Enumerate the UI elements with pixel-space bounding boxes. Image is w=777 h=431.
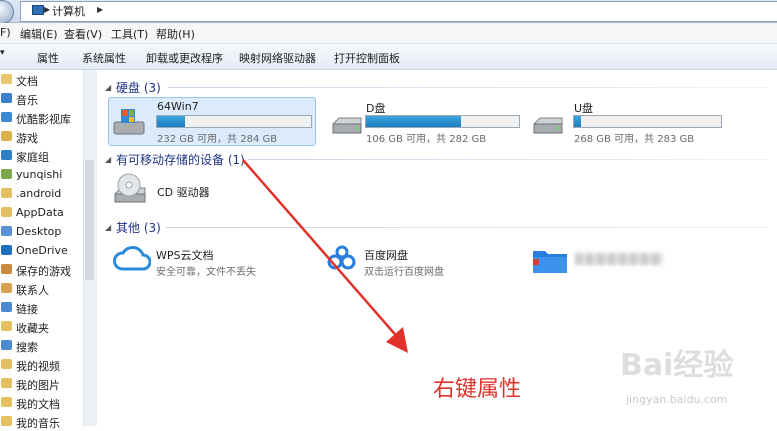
annotation-text: 右键属性 <box>433 377 522 402</box>
watermark-url: jingyan.baidu.com <box>626 393 728 406</box>
watermark-logo: Bai经验 <box>620 348 734 383</box>
